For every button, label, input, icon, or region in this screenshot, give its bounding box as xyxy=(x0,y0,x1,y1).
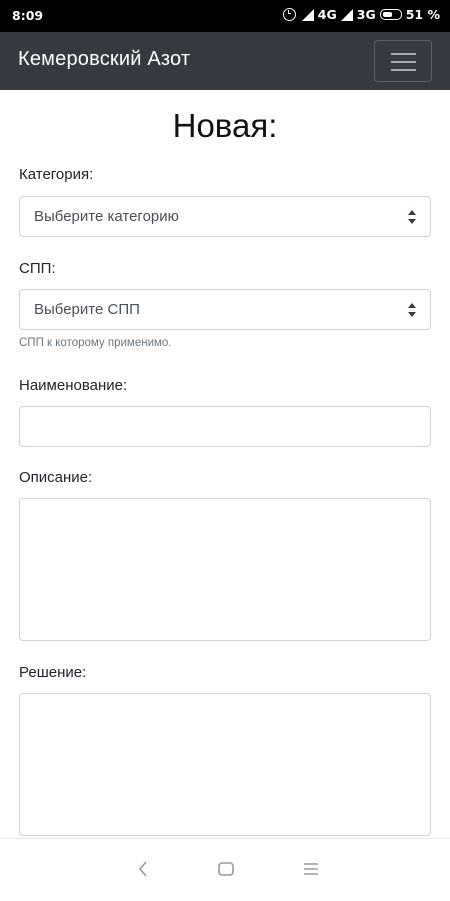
spp-select-value: Выберите СПП xyxy=(34,301,140,318)
signal-icon xyxy=(340,8,353,21)
category-label: Категория: xyxy=(19,166,94,183)
network-4g: 4G xyxy=(317,7,337,22)
spp-select[interactable]: Выберите СПП xyxy=(19,289,431,330)
select-arrows-icon xyxy=(408,210,416,224)
select-arrows-icon xyxy=(408,303,416,317)
recent-apps-icon[interactable] xyxy=(302,859,320,884)
home-icon[interactable] xyxy=(217,859,235,884)
category-select[interactable]: Выберите категорию xyxy=(19,196,431,237)
battery-icon xyxy=(379,9,402,20)
system-nav-bar xyxy=(0,838,450,901)
spp-label: СПП: xyxy=(19,260,56,277)
form-container: Новая: Категория: Выберите категорию СПП… xyxy=(19,90,431,836)
network-3g: 3G xyxy=(356,7,376,22)
spp-help-text: СПП к которому применимо. xyxy=(19,337,172,349)
page-title: Новая: xyxy=(172,107,278,144)
name-input[interactable] xyxy=(19,406,431,447)
description-label: Описание: xyxy=(19,469,93,486)
solution-label: Решение: xyxy=(19,664,87,681)
brand-title[interactable]: Кемеровский Азот xyxy=(18,48,190,71)
app-navbar: Кемеровский Азот xyxy=(0,32,450,90)
status-time: 8:09 xyxy=(12,8,44,23)
status-bar: 8:09 4G 3G 51 % xyxy=(0,0,450,32)
status-icons: 4G 3G 51 % xyxy=(282,7,440,22)
back-icon[interactable] xyxy=(136,859,150,884)
menu-toggle-button[interactable] xyxy=(374,40,432,82)
signal-icon xyxy=(301,8,314,21)
name-label: Наименование: xyxy=(19,377,128,394)
hamburger-icon xyxy=(391,53,416,71)
solution-textarea[interactable] xyxy=(19,693,431,836)
category-select-value: Выберите категорию xyxy=(34,208,179,225)
description-textarea[interactable] xyxy=(19,498,431,641)
battery-level: 51 % xyxy=(405,7,440,22)
alarm-icon xyxy=(282,8,296,21)
